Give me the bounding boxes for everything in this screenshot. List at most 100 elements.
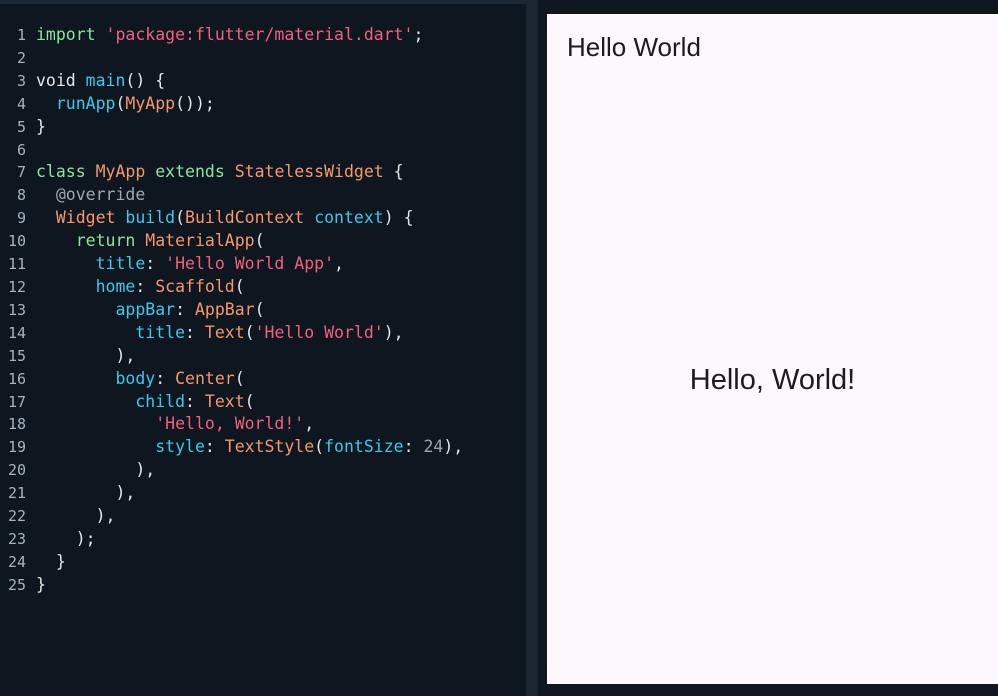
code-token: ( — [175, 208, 186, 228]
code-lines[interactable]: 1 import 'package:flutter/material.dart';… — [0, 24, 463, 597]
code-line[interactable]: 19 style: TextStyle(fontSize: 24), — [0, 436, 463, 459]
code-line[interactable]: 25} — [0, 574, 46, 597]
line-number: 1 — [16, 26, 26, 44]
appbar-title: Hello World — [567, 32, 701, 62]
code-token: , — [304, 414, 315, 434]
code-token: home — [95, 276, 136, 296]
code-text: title: 'Hello World App', — [36, 253, 344, 276]
code-line[interactable]: 7 class MyApp extends StatelessWidget { — [0, 161, 404, 184]
code-token: ( — [244, 322, 255, 342]
code-token: body — [115, 368, 156, 388]
code-token: : — [204, 437, 225, 457]
code-token: style — [155, 437, 205, 457]
code-token: ( — [244, 391, 255, 411]
code-text: title: Text('Hello World'), — [36, 322, 404, 345]
line-number: 24 — [7, 552, 26, 571]
code-line[interactable]: 15 ), — [0, 345, 135, 368]
code-token: ), — [36, 460, 156, 480]
code-text: ); — [36, 528, 96, 551]
code-token: : — [155, 368, 176, 388]
code-token: , — [334, 254, 344, 274]
code-token: BuildContext — [185, 208, 305, 228]
code-token: child — [135, 391, 186, 411]
code-text: } — [36, 116, 46, 139]
line-number: 4 — [16, 94, 26, 113]
code-editor[interactable]: 1 import 'package:flutter/material.dart';… — [0, 0, 526, 696]
line-number: 20 — [7, 461, 26, 480]
line-number: 9 — [16, 209, 26, 228]
code-text: ), — [36, 345, 135, 368]
code-token: main — [85, 70, 126, 90]
code-token: ), — [383, 322, 404, 342]
code-token: MyApp — [95, 162, 146, 182]
code-line[interactable]: 24 } — [0, 551, 66, 574]
code-text: home: Scaffold( — [36, 276, 245, 299]
code-token: ) { — [383, 208, 414, 228]
code-text: ), — [36, 482, 135, 505]
code-token: appBar — [115, 299, 176, 319]
code-token: ), — [36, 483, 136, 503]
code-token: } — [36, 116, 46, 136]
code-line[interactable]: 5} — [0, 116, 46, 139]
code-token: } — [36, 574, 46, 594]
code-line[interactable]: 8 @override — [0, 184, 145, 207]
code-token: title — [95, 254, 146, 274]
code-line[interactable]: 10 return MaterialApp( — [0, 230, 265, 253]
code-token: ), — [36, 506, 116, 526]
code-token: 'Hello World' — [254, 322, 384, 342]
code-token: ( — [254, 299, 265, 319]
line-number: 11 — [7, 255, 26, 274]
code-line[interactable]: 17 child: Text( — [0, 391, 255, 414]
code-token: ), — [36, 345, 136, 365]
code-token: ); — [36, 528, 96, 548]
code-line[interactable]: 4 runApp(MyApp()); — [0, 93, 215, 116]
code-token: : — [175, 299, 195, 319]
code-line[interactable]: 2 — [0, 47, 26, 70]
code-line[interactable]: 6 — [0, 139, 26, 162]
code-token: AppBar — [194, 299, 255, 319]
code-line[interactable]: 12 home: Scaffold( — [0, 276, 245, 299]
line-number: 22 — [7, 507, 26, 526]
code-line[interactable]: 14 title: Text('Hello World'), — [0, 322, 404, 345]
code-line[interactable]: 11 title: 'Hello World App', — [0, 253, 344, 276]
code-line[interactable]: 16 body: Center( — [0, 368, 245, 391]
line-number: 7 — [16, 163, 26, 182]
code-line[interactable]: 22 ), — [0, 505, 116, 528]
code-line[interactable]: 23 ); — [0, 528, 96, 551]
code-token: title — [135, 322, 186, 342]
code-text: class MyApp extends StatelessWidget { — [36, 161, 404, 184]
code-line[interactable]: 3 void main() { — [0, 70, 165, 93]
pane-divider[interactable] — [526, 0, 538, 696]
code-text: return MaterialApp( — [36, 230, 265, 253]
code-text: ), — [36, 459, 155, 482]
code-line[interactable]: 20 ), — [0, 459, 155, 482]
code-token: Scaffold — [155, 276, 235, 296]
app-preview[interactable]: Hello World Hello, World! — [547, 14, 998, 684]
code-line[interactable]: 21 ), — [0, 482, 135, 505]
line-number: 8 — [16, 186, 26, 205]
code-line[interactable]: 9 Widget build(BuildContext context) { — [0, 207, 414, 230]
code-token: { — [383, 162, 404, 182]
code-token: ( — [314, 437, 325, 457]
code-token: ( — [234, 368, 245, 388]
line-number: 14 — [7, 323, 26, 342]
code-token: 'Hello World App' — [165, 254, 335, 274]
line-number: 18 — [7, 415, 26, 434]
code-token: : — [145, 254, 166, 274]
code-line[interactable]: 1 import 'package:flutter/material.dart'; — [0, 24, 423, 47]
code-line[interactable]: 18 'Hello, World!', — [0, 413, 314, 436]
code-token: class — [36, 162, 86, 182]
code-line[interactable]: 13 appBar: AppBar( — [0, 299, 265, 322]
